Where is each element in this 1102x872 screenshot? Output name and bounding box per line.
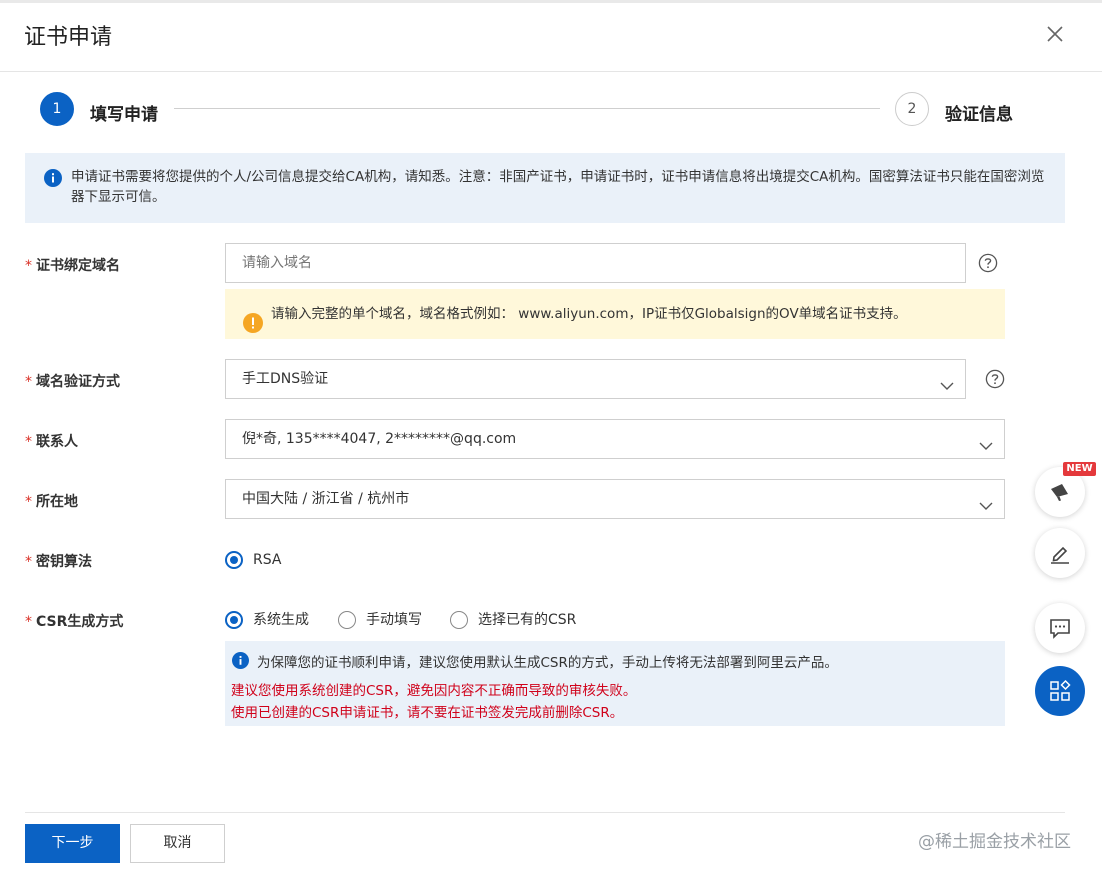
- domain-warning: 请输入完整的单个域名，域名格式例如： www.aliyun.com，IP证书仅G…: [225, 289, 1005, 339]
- warning-text: 请输入完整的单个域名，域名格式例如： www.aliyun.com，IP证书仅G…: [271, 306, 907, 322]
- radio-csr-manual-label: 手动填写: [366, 612, 422, 628]
- edit-button[interactable]: [1035, 528, 1085, 578]
- step-1-label: 填写申请: [90, 105, 158, 125]
- chevron-down-icon: [978, 491, 994, 529]
- dialog-header: 证书申请: [0, 3, 1102, 72]
- csr-label: * CSR生成方式: [25, 614, 124, 630]
- chevron-down-icon: [939, 371, 955, 409]
- step-1-circle: 1: [40, 92, 74, 126]
- dialog-title: 证书申请: [24, 25, 113, 50]
- verify-method-select[interactable]: 手工DNS验证: [225, 359, 966, 399]
- radio-rsa[interactable]: RSA: [225, 551, 305, 569]
- next-button[interactable]: 下一步: [25, 824, 120, 863]
- domain-input[interactable]: [225, 243, 966, 283]
- contact-label: * 联系人: [25, 434, 78, 450]
- radio-csr-existing[interactable]: 选择已有的CSR: [450, 611, 590, 629]
- help-icon[interactable]: [978, 253, 998, 273]
- new-badge: NEW: [1063, 462, 1096, 476]
- csr-note-line-2: 建议您使用系统创建的CSR，避免因内容不正确而导致的审核失败。: [231, 683, 637, 699]
- help-icon[interactable]: [985, 369, 1005, 389]
- radio-dot-unchecked[interactable]: [450, 611, 468, 629]
- cancel-button[interactable]: 取消: [130, 824, 225, 863]
- step-2-circle: 2: [895, 92, 929, 126]
- verify-method-value: 手工DNS验证: [242, 371, 329, 387]
- contact-select[interactable]: 倪*奇, 135****4047, 2********@qq.com: [225, 419, 1005, 459]
- domain-label: * 证书绑定域名: [25, 258, 120, 274]
- chevron-down-icon: [978, 431, 994, 469]
- step-2-label: 验证信息: [945, 105, 1013, 125]
- steps-bar: 1 填写申请 2 验证信息: [40, 91, 1040, 131]
- radio-dot-checked[interactable]: [225, 611, 243, 629]
- step-connector: [174, 108, 880, 109]
- info-notice: 申请证书需要将您提供的个人/公司信息提交给CA机构，请知悉。注意：非国产证书，申…: [25, 153, 1065, 223]
- location-value: 中国大陆 / 浙江省 / 杭州市: [242, 491, 410, 507]
- radio-csr-system-label: 系统生成: [253, 612, 309, 628]
- location-label: * 所在地: [25, 494, 78, 510]
- csr-note-line-1: 为保障您的证书顺利申请，建议您使用默认生成CSR的方式，手动上传将无法部署到阿里…: [257, 655, 838, 671]
- footer-divider: [25, 812, 1065, 813]
- radio-csr-system[interactable]: 系统生成: [225, 611, 325, 629]
- algorithm-label: * 密钥算法: [25, 554, 92, 570]
- info-icon: [44, 169, 62, 193]
- radio-dot-unchecked[interactable]: [338, 611, 356, 629]
- notice-text: 申请证书需要将您提供的个人/公司信息提交给CA机构，请知悉。注意：非国产证书，申…: [71, 169, 1045, 205]
- verify-method-label: * 域名验证方式: [25, 374, 120, 390]
- radio-rsa-label: RSA: [253, 552, 282, 568]
- radio-dot-checked[interactable]: [225, 551, 243, 569]
- info-icon: [232, 652, 249, 673]
- radio-csr-manual[interactable]: 手动填写: [338, 611, 438, 629]
- location-select[interactable]: 中国大陆 / 浙江省 / 杭州市: [225, 479, 1005, 519]
- csr-note: 为保障您的证书顺利申请，建议您使用默认生成CSR的方式，手动上传将无法部署到阿里…: [225, 641, 1005, 726]
- chat-button[interactable]: [1035, 603, 1085, 653]
- close-icon[interactable]: [1044, 23, 1066, 45]
- radio-csr-existing-label: 选择已有的CSR: [478, 612, 577, 628]
- contact-value: 倪*奇, 135****4047, 2********@qq.com: [242, 431, 517, 447]
- warning-icon: [243, 304, 263, 354]
- apps-button[interactable]: [1035, 666, 1085, 716]
- csr-note-line-3: 使用已创建的CSR申请证书，请不要在证书签发完成前删除CSR。: [231, 705, 624, 721]
- watermark: @稀土掘金技术社区: [918, 832, 1071, 852]
